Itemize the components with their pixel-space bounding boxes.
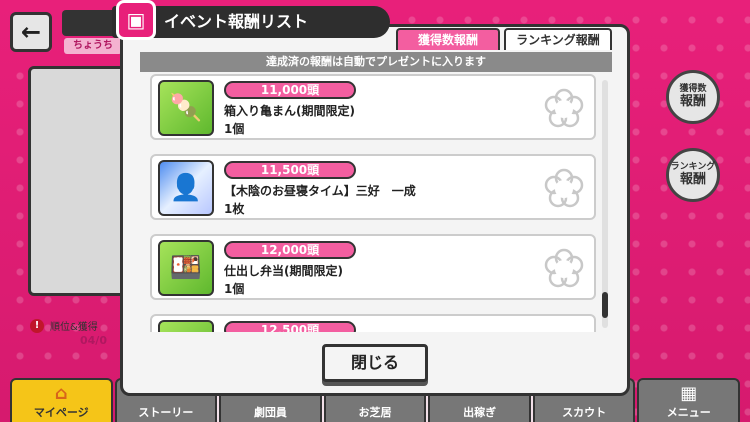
flower-stamp-icon <box>544 248 584 288</box>
house-icon: ⌂ <box>54 383 68 404</box>
event-banner-panel <box>28 66 128 296</box>
side-button-line2: 報酬 <box>679 171 706 187</box>
back-arrow-icon: ← <box>20 18 42 46</box>
reward-quantity: 1個 <box>224 282 245 296</box>
character-icon: 👤 <box>169 173 203 203</box>
auto-present-notice: 達成済の報酬は自動でプレゼントに入ります <box>140 52 612 72</box>
alert-icon: ! <box>30 318 44 333</box>
flower-stamp-icon <box>544 88 584 128</box>
required-amount-badge: 11,000頭 <box>224 81 356 99</box>
nav-label: メニュー <box>666 406 711 419</box>
player-name: ちょうち <box>64 38 122 54</box>
reward-name: 【木陰のお昼寝タイム】三好 一成 <box>224 184 416 198</box>
food-item-thumbnail <box>158 320 214 332</box>
close-button[interactable]: 閉じる <box>322 344 428 382</box>
character-card-thumbnail: 👤 <box>158 160 214 216</box>
grid-icon: ▦ <box>680 383 698 404</box>
flower-stamp-icon <box>544 168 584 208</box>
ranking-reward-side-button[interactable]: ランキング 報酬 <box>666 148 720 202</box>
list-item: 🍱 12,000頭 仕出し弁当(期間限定) 1個 <box>150 234 596 300</box>
food-item-thumbnail: 🍡 <box>158 80 214 136</box>
nav-label: ストーリー <box>138 406 194 419</box>
bento-icon: 🍱 <box>169 253 203 283</box>
nav-label: 出稼ぎ <box>463 406 497 419</box>
nav-label: お芝居 <box>358 406 392 419</box>
count-reward-side-button[interactable]: 獲得数 報酬 <box>666 70 720 124</box>
ranking-date: 04/0 <box>80 334 107 347</box>
list-scrollbar[interactable] <box>602 80 608 328</box>
treasure-box-icon: ▣ <box>116 0 156 40</box>
ranking-notice: ! 順位&獲得 <box>30 318 98 333</box>
food-item-thumbnail: 🍱 <box>158 240 214 296</box>
nav-label: スカウト <box>562 406 607 419</box>
list-item: 12,500頭 <box>150 314 596 332</box>
reward-tabs: 獲得数報酬 ランキング報酬 <box>396 28 612 50</box>
tab-count-reward[interactable]: 獲得数報酬 <box>396 28 500 50</box>
list-item: 👤 11,500頭 【木陰のお昼寝タイム】三好 一成 1枚 <box>150 154 596 220</box>
reward-list[interactable]: 🍡 11,000頭 箱入り亀まん(期間限定) 1個 👤 11,500頭 【木陰の… <box>146 74 598 332</box>
reward-name: 仕出し弁当(期間限定) <box>224 264 343 278</box>
tab-ranking-reward[interactable]: ランキング報酬 <box>504 28 612 50</box>
side-button-line2: 報酬 <box>679 93 706 109</box>
sweets-icon: 🍡 <box>169 93 203 123</box>
reward-quantity: 1枚 <box>224 202 245 216</box>
nav-menu[interactable]: ▦ メニュー <box>637 378 741 422</box>
nav-label: 劇団員 <box>253 406 287 419</box>
required-amount-badge: 12,000頭 <box>224 241 356 259</box>
list-item: 🍡 11,000頭 箱入り亀まん(期間限定) 1個 <box>150 74 596 140</box>
required-amount-badge: 12,500頭 <box>224 321 356 332</box>
reward-quantity: 1個 <box>224 122 245 136</box>
required-amount-badge: 11,500頭 <box>224 161 356 179</box>
ranking-notice-text: 順位&獲得 <box>50 322 98 333</box>
reward-name: 箱入り亀まん(期間限定) <box>224 104 355 118</box>
back-button[interactable]: ← <box>10 12 52 52</box>
scrollbar-thumb[interactable] <box>602 292 608 318</box>
nav-label: マイページ <box>33 406 89 419</box>
nav-mypage[interactable]: ⌂ マイページ <box>10 378 113 422</box>
